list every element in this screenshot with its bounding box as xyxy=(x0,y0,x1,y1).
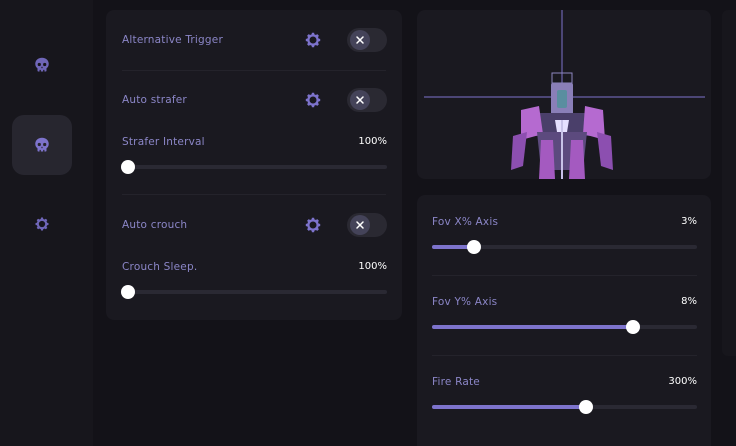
scrollbar-track[interactable] xyxy=(722,10,736,356)
slider-thumb[interactable] xyxy=(626,320,641,334)
auto-strafer-label: Auto strafer xyxy=(122,94,187,106)
alt-trigger-label: Alternative Trigger xyxy=(122,34,223,46)
slider-fill xyxy=(432,405,586,409)
fov-y-value: 8% xyxy=(681,296,697,307)
auto-crouch-toggle[interactable] xyxy=(347,213,387,237)
gear-icon xyxy=(305,32,321,48)
fov-y-label: Fov Y% Axis xyxy=(432,296,498,308)
alt-trigger-settings-button[interactable] xyxy=(303,30,323,50)
close-icon xyxy=(356,36,364,44)
divider xyxy=(122,70,386,71)
slider-thumb[interactable] xyxy=(578,400,593,414)
character-preview xyxy=(417,10,711,179)
sidebar xyxy=(0,0,93,446)
fire-rate-label: Fire Rate xyxy=(432,376,480,388)
slider-thumb[interactable] xyxy=(121,285,135,299)
skull-icon xyxy=(35,137,49,152)
misc-settings-panel: Alternative Trigger Auto strafer Strafer… xyxy=(106,10,402,320)
crouch-sleep-slider[interactable] xyxy=(121,285,387,299)
slider-thumb[interactable] xyxy=(121,160,135,174)
fov-x-value: 3% xyxy=(681,216,697,227)
skull-icon xyxy=(35,57,49,72)
sidebar-item-skull-2[interactable] xyxy=(12,115,72,175)
fov-x-slider[interactable] xyxy=(432,240,697,254)
auto-strafer-toggle[interactable] xyxy=(347,88,387,112)
close-icon xyxy=(356,96,364,104)
alt-trigger-toggle[interactable] xyxy=(347,28,387,52)
gear-icon xyxy=(305,92,321,108)
slider-thumb[interactable] xyxy=(467,240,482,254)
robot-preview-image xyxy=(424,10,705,179)
toggle-knob xyxy=(350,30,370,50)
close-icon xyxy=(356,221,364,229)
strafer-interval-value: 100% xyxy=(358,136,387,147)
sidebar-item-skull-1[interactable] xyxy=(12,35,72,95)
slider-fill xyxy=(432,325,634,329)
fov-x-label: Fov X% Axis xyxy=(432,216,499,228)
sidebar-item-settings[interactable] xyxy=(12,194,72,254)
divider xyxy=(122,194,386,195)
gear-icon xyxy=(35,217,49,231)
strafer-interval-slider[interactable] xyxy=(121,160,387,174)
strafer-interval-label: Strafer Interval xyxy=(122,136,205,148)
fire-rate-value: 300% xyxy=(668,376,697,387)
divider xyxy=(432,355,697,356)
aim-settings-panel: Fov X% Axis 3% Fov Y% Axis 8% Fire Rate … xyxy=(417,195,711,446)
auto-crouch-settings-button[interactable] xyxy=(303,215,323,235)
auto-strafer-settings-button[interactable] xyxy=(303,90,323,110)
fire-rate-slider[interactable] xyxy=(432,400,697,414)
auto-crouch-label: Auto crouch xyxy=(122,219,188,231)
crouch-sleep-label: Crouch Sleep. xyxy=(122,261,198,273)
toggle-knob xyxy=(350,90,370,110)
gear-icon xyxy=(305,217,321,233)
crouch-sleep-value: 100% xyxy=(358,261,387,272)
toggle-knob xyxy=(350,215,370,235)
fov-y-slider[interactable] xyxy=(432,320,697,334)
divider xyxy=(432,275,697,276)
